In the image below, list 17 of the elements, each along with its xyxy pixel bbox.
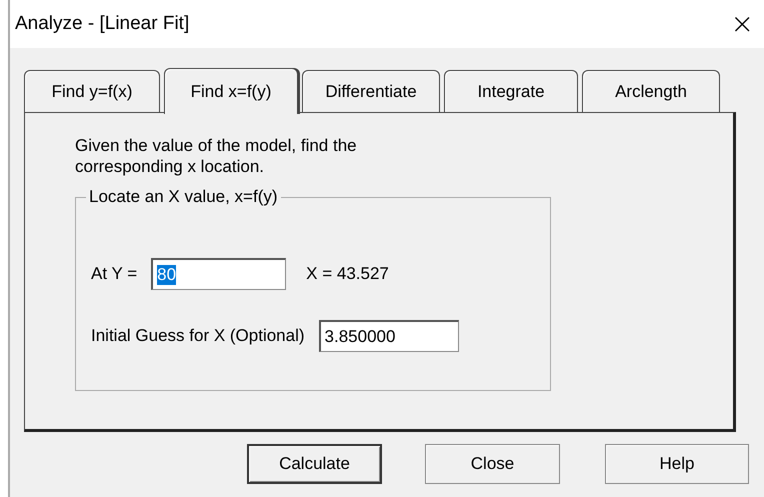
input-field[interactable]: 80 — [151, 258, 286, 290]
tab[interactable]: Arclength — [582, 70, 720, 112]
window-title: Analyze - [Linear Fit] — [15, 13, 190, 35]
field-label: At Y = — [91, 264, 138, 284]
group-title: Locate an X value, x=f(y) — [86, 187, 281, 207]
tab[interactable]: Integrate — [444, 70, 578, 112]
field-label: Initial Guess for X (Optional) — [91, 326, 305, 346]
input-field[interactable]: 3.850000 — [318, 320, 459, 352]
close-button[interactable]: × — [730, 10, 754, 38]
dialog-button[interactable]: Calculate — [247, 444, 382, 484]
tab[interactable]: Find y=f(x) — [24, 70, 160, 112]
tab[interactable]: Differentiate — [302, 70, 440, 112]
description-text: Given the value of the model, find the corresponding x location. — [75, 135, 358, 177]
tab[interactable]: Find x=f(y) — [164, 68, 298, 114]
dialog-button[interactable]: Close — [425, 444, 560, 484]
dialog-button[interactable]: Help — [605, 444, 749, 484]
result-text: X = 43.527 — [306, 264, 389, 284]
